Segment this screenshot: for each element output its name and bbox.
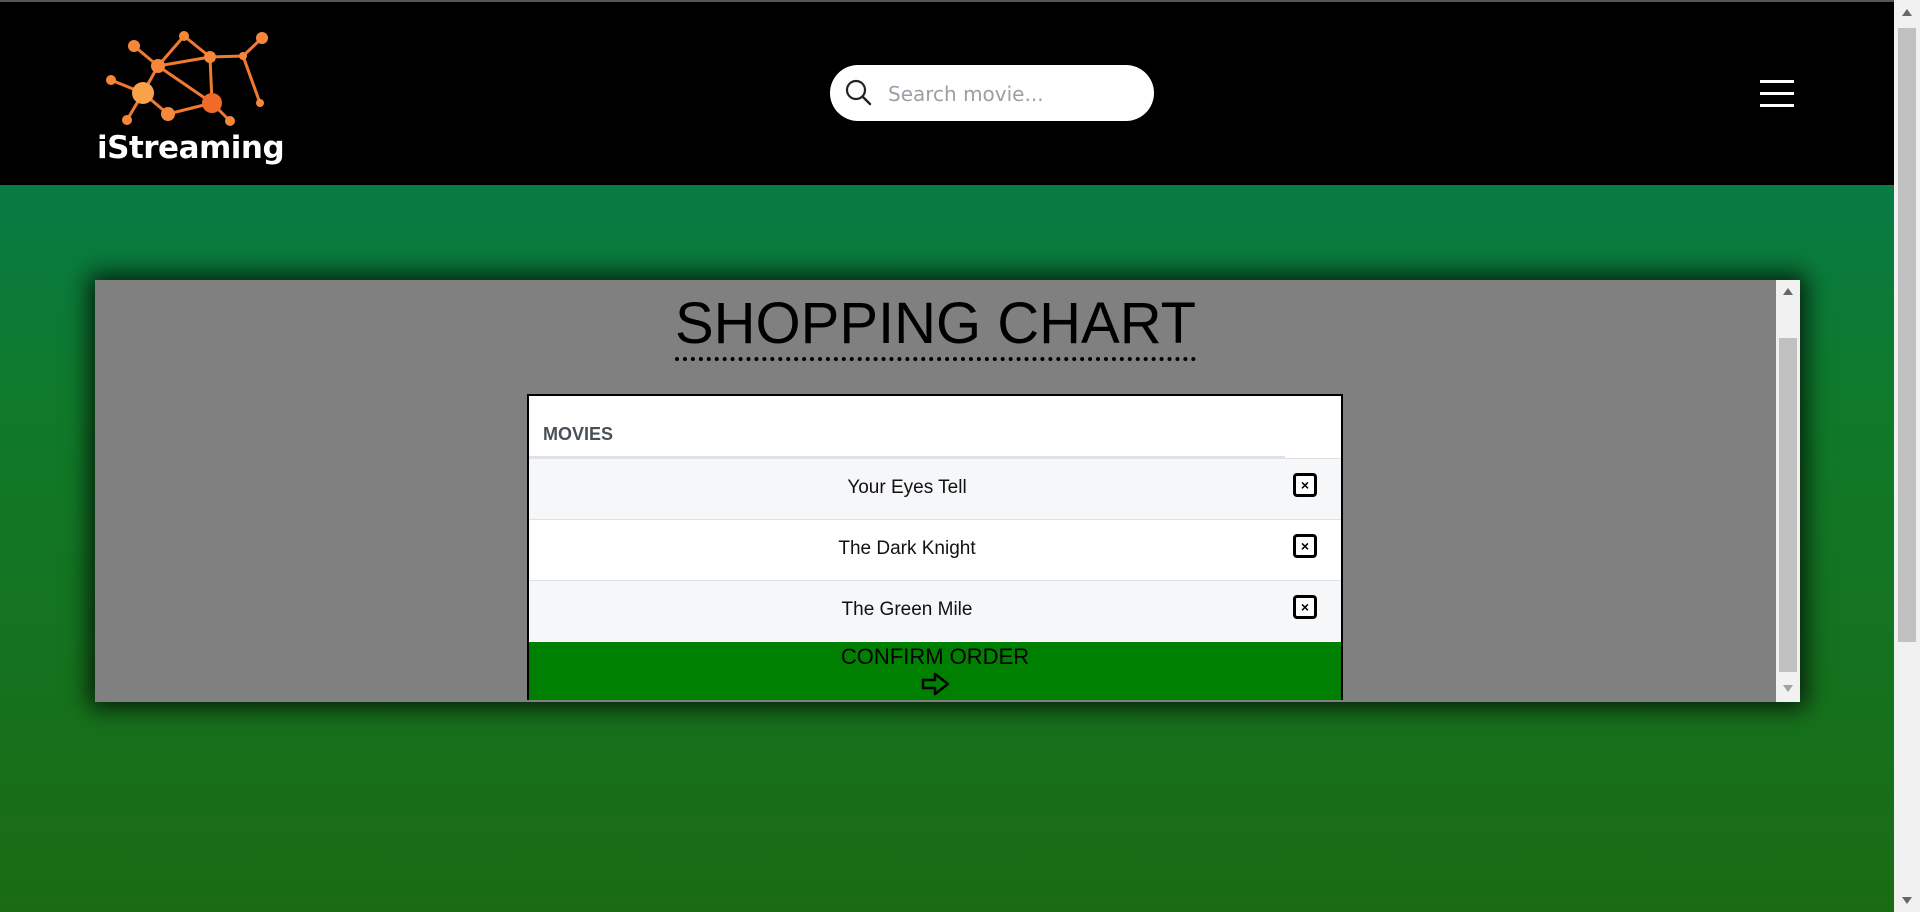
brand-logo[interactable]: iStreaming <box>95 26 285 172</box>
hamburger-menu-icon[interactable] <box>1760 80 1794 108</box>
scroll-down-arrow-icon[interactable] <box>1783 685 1793 692</box>
shopping-cart-panel: SHOPPING CHART MOVIES Your Eyes Tell × T… <box>95 280 1800 702</box>
scrollbar-thumb[interactable] <box>1779 338 1797 672</box>
page-scrollbar[interactable] <box>1894 0 1920 912</box>
table-row: Your Eyes Tell × <box>529 458 1341 519</box>
search-input[interactable] <box>886 75 1140 113</box>
network-logo-icon <box>106 31 268 126</box>
scrollbar-thumb[interactable] <box>1898 28 1916 642</box>
page-title: SHOPPING CHART <box>95 293 1776 361</box>
table-header: MOVIES <box>529 396 1285 458</box>
close-box-icon[interactable]: × <box>1293 534 1317 558</box>
movie-title: The Dark Knight <box>838 538 976 559</box>
table-row: The Green Mile × <box>529 580 1341 641</box>
site-header: iStreaming <box>0 2 1894 185</box>
scroll-up-arrow-icon[interactable] <box>1783 288 1793 295</box>
arrow-right-icon <box>921 672 950 696</box>
brand-name: iStreaming <box>97 130 285 166</box>
search-icon <box>845 79 872 106</box>
close-box-icon[interactable]: × <box>1293 595 1317 619</box>
close-box-icon[interactable]: × <box>1293 473 1317 497</box>
table-row: The Dark Knight × <box>529 519 1341 580</box>
confirm-order-button[interactable]: CONFIRM ORDER <box>529 642 1341 700</box>
scroll-up-arrow-icon[interactable] <box>1902 9 1912 16</box>
confirm-order-label: CONFIRM ORDER <box>840 644 1030 669</box>
movie-title: Your Eyes Tell <box>847 477 967 498</box>
scroll-down-arrow-icon[interactable] <box>1902 897 1912 904</box>
search-bar[interactable] <box>830 65 1154 121</box>
movie-title: The Green Mile <box>841 599 973 620</box>
column-header-movies: MOVIES <box>543 424 614 444</box>
cart-table: MOVIES Your Eyes Tell × The Dark Knight … <box>527 394 1343 700</box>
panel-scrollbar[interactable] <box>1776 280 1800 702</box>
